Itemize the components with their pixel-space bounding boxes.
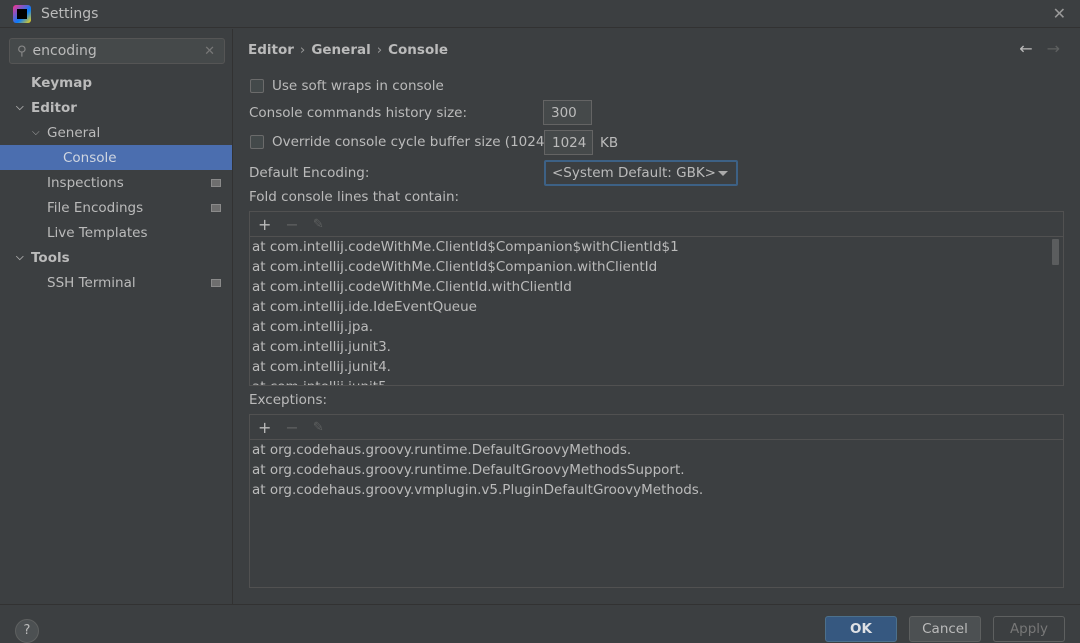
exceptions-panel: + − ✎ at org.codehaus.groovy.runtime.Def…: [249, 414, 1064, 588]
search-icon: ⚲: [17, 43, 27, 59]
tree-item-label: General: [47, 124, 101, 141]
cancel-button[interactable]: Cancel: [909, 616, 981, 642]
settings-tree: Keymap ⌵ Editor ⌵ General Console Inspections F…: [0, 70, 232, 295]
list-item[interactable]: at com.intellij.codeWithMe.ClientId$Comp…: [250, 237, 1063, 257]
list-item[interactable]: at org.codehaus.groovy.vmplugin.v5.Plugi…: [250, 480, 1063, 500]
project-level-icon: [211, 178, 221, 187]
soft-wraps-checkbox[interactable]: [250, 79, 264, 93]
help-button[interactable]: ?: [15, 619, 39, 643]
clear-search-icon[interactable]: ✕: [204, 44, 215, 59]
override-buffer-checkbox[interactable]: [250, 135, 264, 149]
navigation: ← →: [1005, 39, 1060, 58]
forward-arrow-icon[interactable]: →: [1047, 39, 1060, 58]
search-input[interactable]: [32, 43, 183, 59]
tree-item-editor[interactable]: ⌵ Editor: [0, 95, 232, 120]
override-buffer-option[interactable]: Override console cycle buffer size (1024…: [250, 134, 572, 150]
list-item[interactable]: at com.intellij.junit4.: [250, 357, 1063, 377]
back-arrow-icon[interactable]: ←: [1019, 39, 1032, 58]
breadcrumb: Editor › General › Console: [248, 42, 449, 58]
exceptions-label: Exceptions:: [249, 392, 328, 408]
settings-sidebar: ⚲ ✕ Keymap ⌵ Editor ⌵ General Console Inspecti…: [0, 29, 233, 604]
list-item[interactable]: at org.codehaus.groovy.runtime.DefaultGr…: [250, 440, 1063, 460]
default-encoding-value: <System Default: GBK>: [552, 165, 716, 181]
exceptions-toolbar: + − ✎: [250, 415, 1063, 440]
edit-icon[interactable]: ✎: [313, 420, 324, 435]
default-encoding-label: Default Encoding:: [249, 165, 370, 181]
list-item[interactable]: at com.intellij.codeWithMe.ClientId.with…: [250, 277, 1063, 297]
list-item[interactable]: at com.intellij.codeWithMe.ClientId$Comp…: [250, 257, 1063, 277]
fold-lines-toolbar: + − ✎: [250, 212, 1063, 237]
tree-item-keymap[interactable]: Keymap: [0, 70, 232, 95]
apply-button[interactable]: Apply: [993, 616, 1065, 642]
tree-item-file-encodings[interactable]: File Encodings: [0, 195, 232, 220]
list-item[interactable]: at org.codehaus.groovy.runtime.DefaultGr…: [250, 460, 1063, 480]
chevron-down-icon[interactable]: ⌵: [16, 102, 24, 113]
tree-item-inspections[interactable]: Inspections: [0, 170, 232, 195]
tree-item-ssh-terminal[interactable]: SSH Terminal: [0, 270, 232, 295]
remove-icon[interactable]: −: [285, 215, 298, 234]
tree-item-console[interactable]: Console: [0, 145, 232, 170]
fold-lines-list[interactable]: at com.intellij.codeWithMe.ClientId$Comp…: [250, 237, 1063, 385]
tree-item-label: Tools: [31, 249, 70, 266]
tree-item-label: Console: [63, 149, 117, 166]
tree-item-label: File Encodings: [47, 199, 144, 216]
history-size-label: Console commands history size:: [249, 105, 468, 121]
override-buffer-label: Override console cycle buffer size (1024…: [272, 134, 573, 150]
chevron-down-icon: [718, 171, 728, 176]
tree-item-label: Editor: [31, 99, 77, 116]
breadcrumb-item: General: [311, 42, 371, 58]
chevron-down-icon[interactable]: ⌵: [32, 127, 40, 138]
list-item[interactable]: at com.intellij.ide.IdeEventQueue: [250, 297, 1063, 317]
tree-item-label: Live Templates: [47, 224, 148, 241]
soft-wraps-option[interactable]: Use soft wraps in console: [250, 78, 444, 94]
project-level-icon: [211, 278, 221, 287]
tree-item-general[interactable]: ⌵ General: [0, 120, 232, 145]
list-item[interactable]: at com.intellij.junit3.: [250, 337, 1063, 357]
fold-lines-label: Fold console lines that contain:: [249, 189, 460, 205]
history-size-input[interactable]: 300: [543, 100, 592, 125]
project-level-icon: [211, 203, 221, 212]
ok-button[interactable]: OK: [825, 616, 897, 642]
remove-icon[interactable]: −: [285, 418, 298, 437]
tree-item-live-templates[interactable]: Live Templates: [0, 220, 232, 245]
intellij-logo-icon: [13, 4, 31, 23]
title-bar: Settings ✕: [0, 0, 1080, 28]
console-settings-panel: Editor › General › Console ← → Use soft wraps…: [234, 29, 1080, 604]
add-icon[interactable]: +: [258, 418, 271, 437]
close-icon[interactable]: ✕: [1053, 4, 1066, 23]
list-item[interactable]: at com.intellij.jpa.: [250, 317, 1063, 337]
fold-lines-panel: + − ✎ at com.intellij.codeWithMe.ClientI…: [249, 211, 1064, 386]
buffer-size-input[interactable]: 1024: [544, 130, 593, 155]
default-encoding-dropdown[interactable]: <System Default: GBK>: [544, 160, 738, 186]
window-title: Settings: [41, 5, 99, 22]
chevron-down-icon[interactable]: ⌵: [16, 252, 24, 263]
list-item[interactable]: at com.intellij.junit5.: [250, 377, 1063, 385]
buffer-unit-label: KB: [600, 135, 619, 151]
edit-icon[interactable]: ✎: [313, 217, 324, 232]
exceptions-list[interactable]: at org.codehaus.groovy.runtime.DefaultGr…: [250, 440, 1063, 587]
breadcrumb-item: Editor: [248, 42, 294, 58]
tree-item-label: SSH Terminal: [47, 274, 136, 291]
breadcrumb-item: Console: [388, 42, 449, 58]
tree-item-tools[interactable]: ⌵ Tools: [0, 245, 232, 270]
scrollbar[interactable]: [1052, 239, 1059, 265]
search-field[interactable]: ⚲ ✕: [9, 38, 225, 64]
dialog-footer: ? OK Cancel Apply: [0, 604, 1080, 643]
soft-wraps-label: Use soft wraps in console: [272, 78, 444, 94]
tree-item-label: Inspections: [47, 174, 124, 191]
add-icon[interactable]: +: [258, 215, 271, 234]
tree-item-label: Keymap: [31, 74, 93, 91]
